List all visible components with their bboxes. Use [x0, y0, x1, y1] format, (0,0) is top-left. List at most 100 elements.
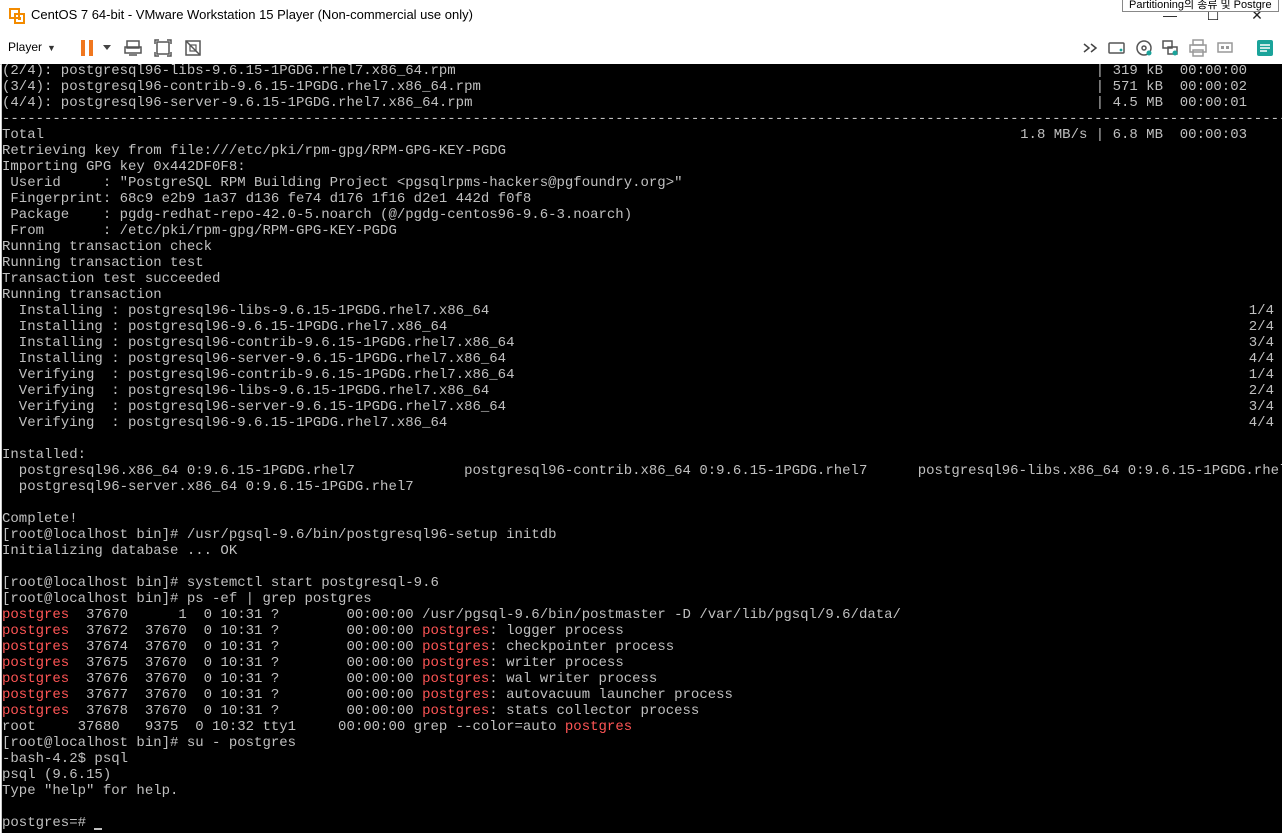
- message-icon[interactable]: [1255, 38, 1275, 58]
- ps-fields: 37676 37670 0 10:31 ? 00:00:00: [69, 671, 423, 687]
- ps-row: postgres 37670 1 0 10:31 ? 00:00:00 /usr…: [2, 607, 901, 623]
- ps-user: postgres: [2, 703, 70, 719]
- ps-cmd-tail: : autovacuum launcher process: [489, 687, 733, 703]
- terminal-line: Transaction test succeeded: [2, 271, 221, 287]
- terminal-line: Installing : postgresql96-contrib-9.6.15…: [2, 335, 515, 351]
- ps-user: postgres: [2, 639, 70, 655]
- ps-cmd-highlight: postgres: [422, 687, 490, 703]
- chevron-down-icon: ▼: [47, 43, 56, 53]
- terminal-line: From : /etc/pki/rpm-gpg/RPM-GPG-KEY-PGDG: [2, 223, 397, 239]
- terminal-line: Type "help" for help.: [2, 783, 179, 799]
- hdd-icon[interactable]: [1107, 38, 1127, 58]
- terminal-line: Installing : postgresql96-libs-9.6.15-1P…: [2, 303, 490, 319]
- terminal-line: Initializing database ... OK: [2, 543, 238, 559]
- player-menu-label: Player: [8, 40, 43, 54]
- transaction-progress: 3/4: [1248, 399, 1274, 415]
- ps-fields: 37677 37670 0 10:31 ? 00:00:00: [69, 687, 423, 703]
- terminal-line: [root@localhost bin]# su - postgres: [2, 735, 297, 751]
- vm-console[interactable]: (2/4): postgresql96-libs-9.6.15-1PGDG.rh…: [1, 64, 1282, 833]
- pause-menu-caret-icon[interactable]: [103, 45, 111, 50]
- ps-cmd-highlight: postgres: [422, 703, 490, 719]
- terminal-line: [root@localhost bin]# /usr/pgsql-9.6/bin…: [2, 527, 557, 543]
- unity-exit-icon[interactable]: [1081, 38, 1101, 58]
- terminal-line: Package : pgdg-redhat-repo-42.0-5.noarch…: [2, 207, 633, 223]
- ps-fields: 37672 37670 0 10:31 ? 00:00:00: [69, 623, 423, 639]
- tooltip: Partitioning의 종류 및 Postgre: [1122, 0, 1279, 12]
- ps-fields: 37674 37670 0 10:31 ? 00:00:00: [69, 639, 423, 655]
- terminal-line: (3/4): postgresql96-contrib-9.6.15-1PGDG…: [2, 79, 481, 95]
- terminal-line: postgres=#: [2, 815, 95, 831]
- ps-row-grep: root 37680 9375 0 10:32 tty1 00:00:00 gr…: [2, 719, 632, 735]
- transaction-progress: 4/4: [1248, 415, 1274, 431]
- download-stat: | 571 kB 00:00:02: [1095, 79, 1247, 95]
- terminal-line: -bash-4.2$ psql: [2, 751, 129, 767]
- transaction-progress: 2/4: [1248, 383, 1274, 399]
- terminal-line: Installing : postgresql96-server-9.6.15-…: [2, 351, 507, 367]
- vmware-player-icon: [9, 8, 25, 24]
- terminal-line: (2/4): postgresql96-libs-9.6.15-1PGDG.rh…: [2, 64, 456, 79]
- terminal-line: Verifying : postgresql96-9.6.15-1PGDG.rh…: [2, 415, 448, 431]
- ps-user: postgres: [2, 623, 70, 639]
- terminal-line: Retrieving key from file:///etc/pki/rpm-…: [2, 143, 507, 159]
- ps-cmd-tail: : writer process: [489, 655, 624, 671]
- ps-cmd-tail: : stats collector process: [489, 703, 700, 719]
- window-title: CentOS 7 64-bit - VMware Workstation 15 …: [31, 7, 473, 22]
- terminal-line: postgresql96.x86_64 0:9.6.15-1PGDG.rhel7…: [2, 463, 1282, 479]
- terminal-line: ----------------------------------------…: [2, 111, 1282, 127]
- usb-icon[interactable]: [1215, 38, 1235, 58]
- terminal-line: [root@localhost bin]# systemctl start po…: [2, 575, 439, 591]
- terminal-line: postgresql96-server.x86_64 0:9.6.15-1PGD…: [2, 479, 414, 495]
- ps-row: postgres 37672 37670 0 10:31 ? 00:00:00 …: [2, 623, 624, 639]
- pause-icon[interactable]: [78, 38, 98, 58]
- player-menu-button[interactable]: Player ▼: [8, 38, 56, 58]
- ps-row: postgres 37675 37670 0 10:31 ? 00:00:00 …: [2, 655, 624, 671]
- ps-cmd-highlight: postgres: [422, 671, 490, 687]
- terminal-line: Installed:: [2, 447, 87, 463]
- transaction-progress: 1/4: [1248, 303, 1274, 319]
- terminal-line: Running transaction test: [2, 255, 204, 271]
- toolbar: Player ▼: [0, 31, 1282, 65]
- terminal-line: Importing GPG key 0x442DF0F8:: [2, 159, 246, 175]
- terminal-line: Total: [2, 127, 45, 143]
- terminal-line: Verifying : postgresql96-libs-9.6.15-1PG…: [2, 383, 490, 399]
- ps-cmd-tail: : wal writer process: [489, 671, 658, 687]
- download-stat: | 4.5 MB 00:00:01: [1095, 95, 1247, 111]
- send-ctrl-alt-del-icon[interactable]: [123, 38, 143, 58]
- transaction-progress: 3/4: [1248, 335, 1274, 351]
- terminal-line: Verifying : postgresql96-contrib-9.6.15-…: [2, 367, 515, 383]
- ps-user: postgres: [2, 671, 70, 687]
- printer-icon[interactable]: [1188, 38, 1208, 58]
- terminal-line: Running transaction check: [2, 239, 213, 255]
- grep-prefix: root 37680 9375 0 10:32 tty1 00:00:00 gr…: [2, 719, 565, 735]
- unity-icon[interactable]: [183, 38, 203, 58]
- transaction-progress: 2/4: [1248, 319, 1274, 335]
- ps-row: postgres 37677 37670 0 10:31 ? 00:00:00 …: [2, 687, 733, 703]
- grep-highlight: postgres: [564, 719, 633, 735]
- terminal-line: Userid : "PostgreSQL RPM Building Projec…: [2, 175, 683, 191]
- terminal-line: Running transaction: [2, 287, 162, 303]
- terminal-line: psql (9.6.15): [2, 767, 112, 783]
- ps-user: postgres: [2, 655, 70, 671]
- ps-fields: 37670 1 0 10:31 ? 00:00:00 /usr/pgsql-9.…: [69, 607, 901, 623]
- network-icon[interactable]: [1160, 38, 1180, 58]
- ps-user: postgres: [2, 687, 70, 703]
- transaction-progress: 4/4: [1248, 351, 1274, 367]
- terminal-line: Installing : postgresql96-9.6.15-1PGDG.r…: [2, 319, 448, 335]
- ps-fields: 37678 37670 0 10:31 ? 00:00:00: [69, 703, 423, 719]
- cd-icon[interactable]: [1134, 38, 1154, 58]
- ps-cmd-tail: : checkpointer process: [489, 639, 675, 655]
- ps-row: postgres 37676 37670 0 10:31 ? 00:00:00 …: [2, 671, 657, 687]
- ps-fields: 37675 37670 0 10:31 ? 00:00:00: [69, 655, 423, 671]
- window-titlebar[interactable]: CentOS 7 64-bit - VMware Workstation 15 …: [0, 0, 1282, 31]
- terminal-line: Complete!: [2, 511, 78, 527]
- terminal-line: (4/4): postgresql96-server-9.6.15-1PGDG.…: [2, 95, 473, 111]
- fit-guest-icon[interactable]: [153, 38, 173, 58]
- download-stat: 1.8 MB/s | 6.8 MB 00:00:03: [1020, 127, 1247, 143]
- ps-row: postgres 37674 37670 0 10:31 ? 00:00:00 …: [2, 639, 674, 655]
- terminal-line: Fingerprint: 68c9 e2b9 1a37 d136 fe74 d1…: [2, 191, 532, 207]
- ps-cmd-highlight: postgres: [422, 655, 490, 671]
- download-stat: | 319 kB 00:00:00: [1095, 64, 1247, 79]
- ps-cmd-highlight: postgres: [422, 623, 490, 639]
- ps-user: postgres: [2, 607, 70, 623]
- terminal-line: Verifying : postgresql96-server-9.6.15-1…: [2, 399, 507, 415]
